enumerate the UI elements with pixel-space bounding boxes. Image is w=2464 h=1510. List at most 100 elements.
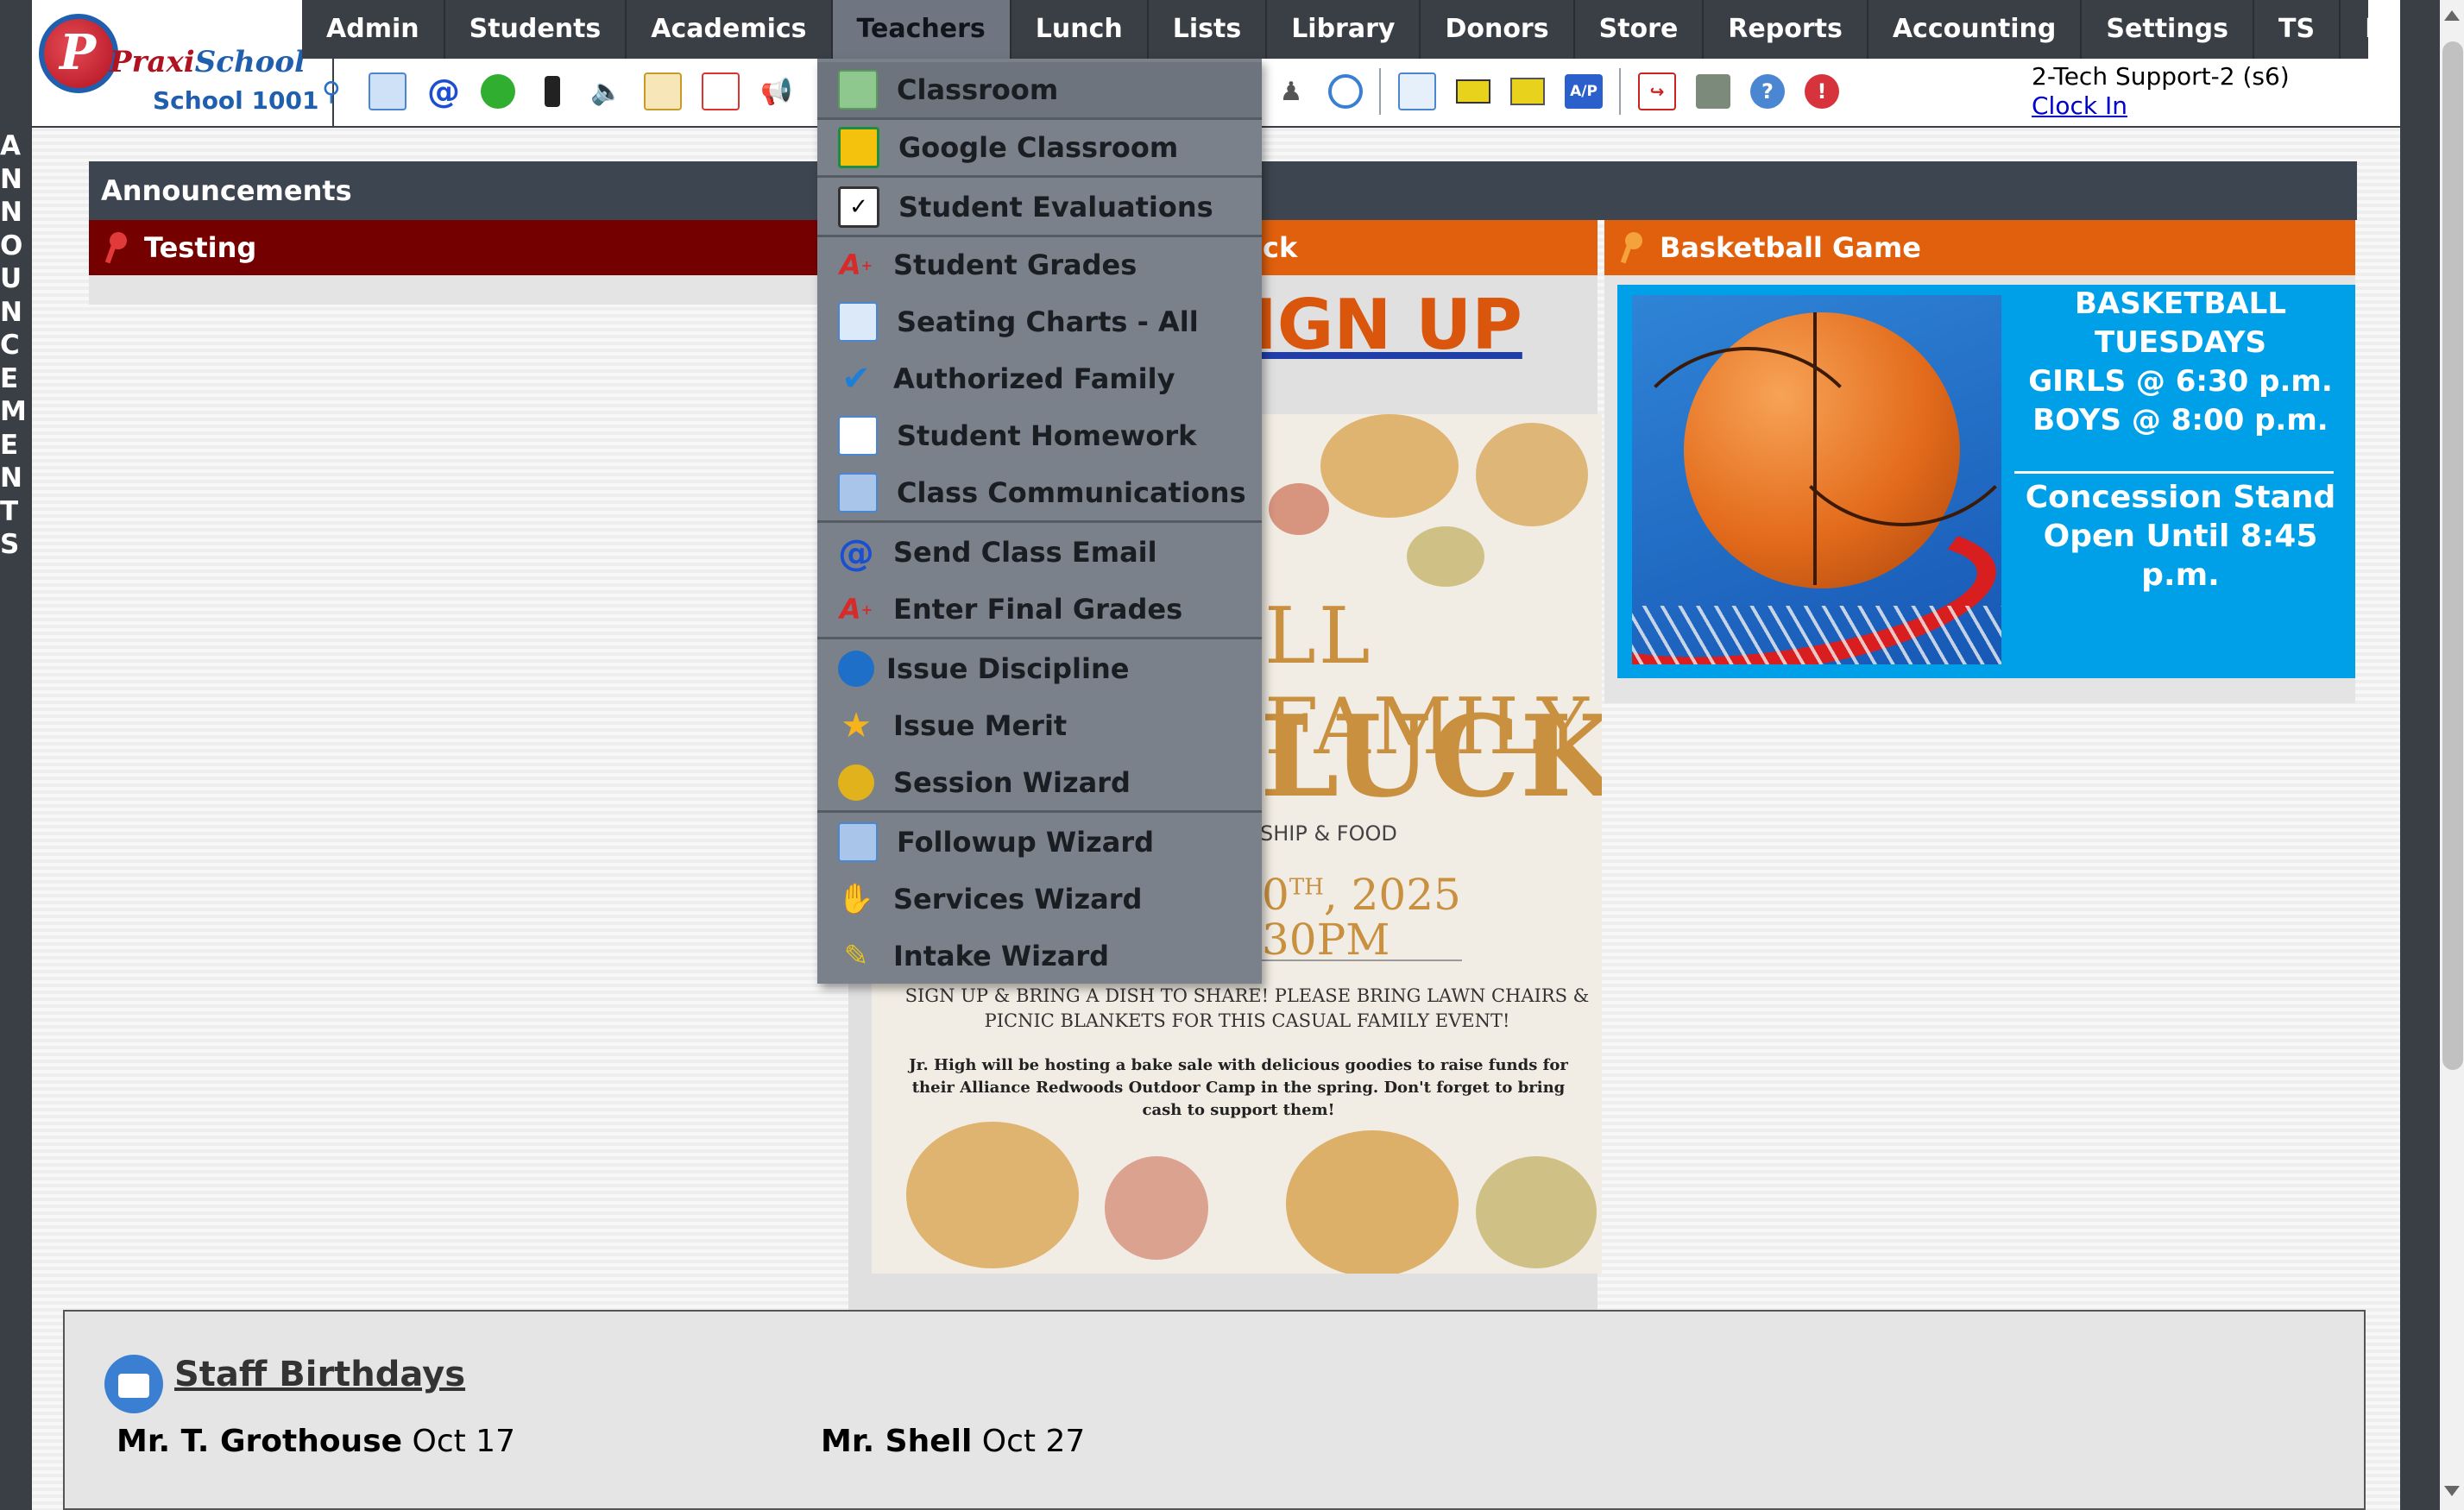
toolbar-separator bbox=[1379, 68, 1381, 115]
clock-in-link[interactable]: Clock In bbox=[2032, 91, 2290, 121]
side-label-letter: N bbox=[0, 163, 22, 195]
flyer-title-line2: LUCK bbox=[1260, 690, 1602, 822]
menu-item-enter-final-grades[interactable]: A + Enter Final Grades bbox=[817, 582, 1262, 637]
menu-item-google-classroom[interactable]: Google Classroom bbox=[817, 120, 1262, 175]
phone-icon[interactable] bbox=[535, 74, 570, 109]
flyer-subtitle: SHIP & FOOD bbox=[1260, 821, 1397, 846]
nav-donors[interactable]: Donors bbox=[1421, 0, 1575, 59]
toolbar-separator bbox=[1619, 68, 1621, 115]
staff-birthdays-panel: Staff Birthdays Mr. T. Grothouse Oct 17 … bbox=[63, 1310, 2366, 1510]
classroom-icon bbox=[838, 70, 878, 110]
nav-students[interactable]: Students bbox=[445, 0, 627, 59]
menu-item-seating-charts[interactable]: Seating Charts - All bbox=[817, 294, 1262, 349]
basketball-concession: Concession Stand Open Until 8:45 p.m. bbox=[2025, 480, 2336, 593]
logo-p-icon bbox=[39, 14, 118, 93]
card-icon[interactable] bbox=[1456, 74, 1490, 109]
nav-library[interactable]: Library bbox=[1267, 0, 1421, 59]
scrollbar-thumb[interactable] bbox=[2442, 41, 2463, 1070]
scroll-up-arrow-icon[interactable] bbox=[2444, 10, 2460, 21]
nav-teachers[interactable]: Teachers bbox=[832, 0, 1011, 59]
menu-item-authorized-family[interactable]: ✔ Authorized Family bbox=[817, 351, 1262, 406]
menu-separator bbox=[817, 520, 1262, 523]
flyer-time: 30PM bbox=[1262, 915, 1390, 965]
phone-fax-icon bbox=[838, 822, 878, 862]
flyer-description: SIGN UP & BRING A DISH TO SHARE! PLEASE … bbox=[904, 985, 1590, 1031]
calendar-icon[interactable] bbox=[702, 72, 740, 110]
megaphone-icon[interactable]: 🔈 bbox=[589, 74, 624, 109]
menu-item-intake-wizard[interactable]: ✎ Intake Wizard bbox=[817, 928, 1262, 984]
birthday-cake-icon bbox=[104, 1355, 163, 1413]
announcement-panel-basketball[interactable]: Basketball Game bbox=[1604, 220, 2355, 275]
grade-a-plus-icon: A + bbox=[839, 249, 873, 281]
pdf-icon[interactable]: ↪ bbox=[1638, 72, 1676, 110]
menu-item-student-evaluations[interactable]: ✓ Student Evaluations bbox=[817, 179, 1262, 235]
nav-admin[interactable]: Admin bbox=[302, 0, 445, 59]
birthday-entry: Mr. Shell Oct 27 bbox=[821, 1424, 1086, 1459]
report-icon[interactable] bbox=[644, 72, 682, 110]
nav-ts[interactable]: TS bbox=[2254, 0, 2341, 59]
cash-register-icon[interactable] bbox=[1696, 74, 1730, 109]
menu-item-classroom[interactable]: Classroom bbox=[817, 62, 1262, 117]
flyer-divider bbox=[1262, 959, 1462, 961]
user-name: 2-Tech Support-2 (s6) bbox=[2032, 62, 2290, 91]
grade-a-plus-icon: A + bbox=[839, 593, 873, 626]
phone-fax-icon bbox=[838, 473, 878, 513]
staff-birthdays-link[interactable]: Staff Birthdays bbox=[174, 1355, 465, 1394]
email-at-icon[interactable]: @ bbox=[426, 72, 461, 110]
menu-item-issue-discipline[interactable]: Issue Discipline bbox=[817, 641, 1262, 696]
menu-item-student-homework[interactable]: Student Homework bbox=[817, 408, 1262, 463]
checkmark-icon: ✔ bbox=[841, 359, 871, 399]
signup-link[interactable]: IGN UP bbox=[1251, 285, 1522, 365]
menu-item-student-grades[interactable]: A + Student Grades bbox=[817, 237, 1262, 293]
basketball-divider bbox=[2014, 471, 2334, 474]
panel-title: ck bbox=[1263, 231, 1298, 264]
announce-icon[interactable]: 📢 bbox=[759, 74, 794, 109]
ap-icon[interactable]: A/P bbox=[1565, 74, 1603, 109]
side-label-letter: E bbox=[0, 362, 19, 394]
menu-item-class-communications[interactable]: Class Communications bbox=[817, 465, 1262, 520]
side-label-letter: S bbox=[0, 529, 20, 560]
discipline-head-icon bbox=[838, 651, 874, 687]
logo-text: PraxiSchool bbox=[110, 45, 306, 79]
menu-separator bbox=[817, 810, 1262, 813]
menu-item-session-wizard[interactable]: Session Wizard bbox=[817, 755, 1262, 810]
printer-icon[interactable] bbox=[1510, 74, 1545, 109]
menu-separator bbox=[817, 637, 1262, 639]
panel-title: Basketball Game bbox=[1660, 231, 1921, 264]
side-label-letter: T bbox=[0, 495, 19, 527]
spreadsheet-icon[interactable] bbox=[1398, 72, 1436, 110]
logo[interactable]: PraxiSchool TM School 1001 bbox=[32, 0, 334, 126]
basketball-flyer: BASKETBALL TUESDAYS GIRLS @ 6:30 p.m. BO… bbox=[1617, 285, 2355, 678]
nav-accounting[interactable]: Accounting bbox=[1868, 0, 2083, 59]
flyer-bake-sale-note: Jr. High will be hosting a bake sale wit… bbox=[909, 1056, 1568, 1119]
nav-store[interactable]: Store bbox=[1575, 0, 1705, 59]
side-label-letter: A bbox=[0, 130, 21, 161]
search-icon[interactable]: ⚲ bbox=[314, 74, 349, 109]
menu-item-issue-merit[interactable]: ★ Issue Merit bbox=[817, 698, 1262, 753]
alarm-clock-icon[interactable] bbox=[1328, 74, 1363, 109]
alert-icon[interactable]: ! bbox=[1805, 74, 1839, 109]
side-label-letter: N bbox=[0, 462, 22, 494]
pushpin-icon bbox=[1620, 232, 1642, 264]
menu-separator bbox=[817, 175, 1262, 178]
nav-settings[interactable]: Settings bbox=[2082, 0, 2255, 59]
nav-lists[interactable]: Lists bbox=[1149, 0, 1268, 59]
basketball-net bbox=[1632, 606, 2001, 664]
nav-reports[interactable]: Reports bbox=[1704, 0, 1868, 59]
chat-icon[interactable] bbox=[481, 74, 515, 109]
help-icon[interactable]: ? bbox=[1750, 74, 1785, 109]
basketball-schedule: BASKETBALL TUESDAYS GIRLS @ 6:30 p.m. BO… bbox=[2028, 286, 2333, 437]
menu-item-services-wizard[interactable]: ✋ Services Wizard bbox=[817, 871, 1262, 927]
grid-icon[interactable] bbox=[369, 72, 406, 110]
announcement-panel-testing[interactable]: Testing bbox=[89, 220, 831, 275]
intake-pen-icon: ✎ bbox=[843, 939, 869, 973]
person-icon[interactable]: ♟ bbox=[1274, 74, 1308, 109]
scroll-down-arrow-icon[interactable] bbox=[2444, 1486, 2460, 1496]
right-frame bbox=[2400, 0, 2440, 1510]
nav-lunch[interactable]: Lunch bbox=[1011, 0, 1149, 59]
nav-academics[interactable]: Academics bbox=[627, 0, 833, 59]
side-label-letter: E bbox=[0, 429, 19, 461]
merit-star-icon: ★ bbox=[841, 706, 872, 746]
menu-item-followup-wizard[interactable]: Followup Wizard bbox=[817, 815, 1262, 870]
menu-item-send-class-email[interactable]: @ Send Class Email bbox=[817, 525, 1262, 580]
